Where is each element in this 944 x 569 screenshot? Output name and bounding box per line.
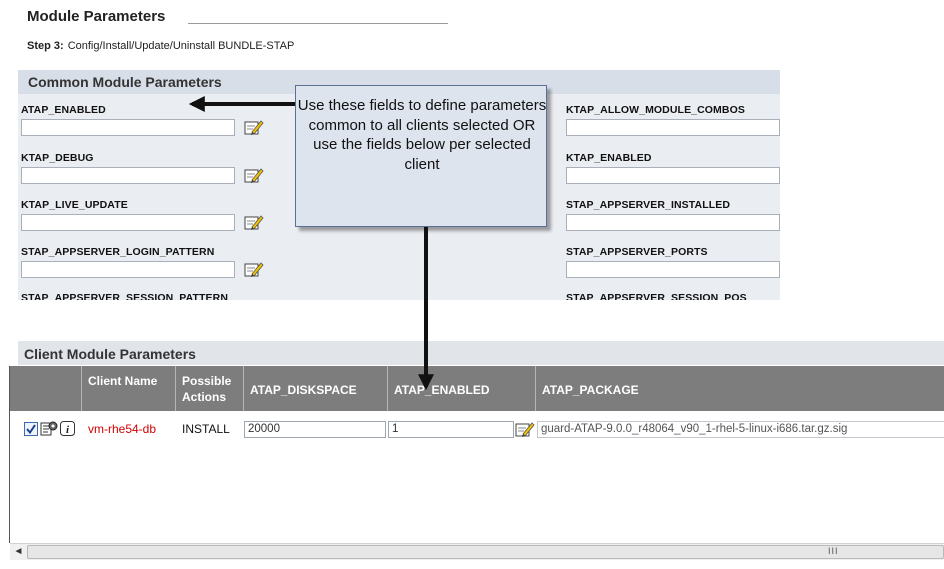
stap-appserver-installed-input[interactable]	[566, 214, 780, 231]
atap-enabled-input[interactable]	[21, 119, 235, 136]
ktap-debug-input[interactable]	[21, 167, 235, 184]
column-header-possible-actions[interactable]: Possible Actions	[176, 366, 244, 411]
client-name-link[interactable]: vm-rhe54-db	[88, 422, 156, 436]
step-indicator: Step 3: Config/Install/Update/Uninstall B…	[27, 40, 294, 52]
page-title: Module Parameters	[27, 8, 166, 25]
scrollbar-thumb[interactable]	[27, 545, 944, 559]
row-select-checkbox[interactable]	[24, 422, 38, 436]
param-label-stap-appserver-session-pattern: STAP_APPSERVER_SESSION_PATTERN	[21, 292, 229, 300]
stap-appserver-login-pattern-input[interactable]	[21, 261, 235, 278]
step-text: Config/Install/Update/Uninstall BUNDLE-S…	[67, 40, 295, 52]
client-parameters-table: Client Name Possible Actions ATAP_DISKSP…	[10, 366, 944, 543]
edit-icon[interactable]	[244, 261, 264, 277]
step-label: Step 3:	[27, 40, 64, 52]
edit-icon[interactable]	[244, 167, 264, 183]
param-label-stap-appserver-installed: STAP_APPSERVER_INSTALLED	[566, 199, 731, 211]
column-header-client-name[interactable]: Client Name	[82, 366, 176, 411]
scrollbar-grip-icon: III	[828, 546, 839, 556]
param-label-ktap-live-update: KTAP_LIVE_UPDATE	[21, 199, 128, 211]
horizontal-scrollbar[interactable]: ◄ III	[10, 543, 944, 560]
atap-enabled-cell-input[interactable]: 1	[388, 421, 514, 438]
column-header-atap-diskspace[interactable]: ATAP_DISKSPACE	[244, 366, 388, 411]
title-divider	[188, 23, 448, 24]
param-label-atap-enabled: ATAP_ENABLED	[21, 104, 106, 116]
edit-icon[interactable]	[515, 421, 535, 437]
table-header: Client Name Possible Actions ATAP_DISKSP…	[10, 366, 944, 411]
param-label-ktap-debug: KTAP_DEBUG	[21, 152, 94, 164]
scroll-left-arrow-icon[interactable]: ◄	[10, 544, 27, 560]
atap-package-input[interactable]: guard-ATAP-9.0.0_r48064_v90_1-rhel-5-lin…	[537, 421, 944, 438]
edit-icon[interactable]	[244, 119, 264, 135]
client-config-icon[interactable]	[40, 420, 58, 437]
column-header-atap-enabled[interactable]: ATAP_ENABLED	[388, 366, 536, 411]
edit-icon[interactable]	[244, 214, 264, 230]
ktap-allow-module-combos-input[interactable]	[566, 119, 780, 136]
common-section-title: Common Module Parameters	[28, 74, 222, 90]
column-header-select	[10, 366, 82, 411]
param-label-ktap-allow-module-combos: KTAP_ALLOW_MODULE_COMBOS	[566, 104, 745, 116]
param-label-ktap-enabled: KTAP_ENABLED	[566, 152, 652, 164]
ktap-live-update-input[interactable]	[21, 214, 235, 231]
ktap-enabled-input[interactable]	[566, 167, 780, 184]
param-label-stap-appserver-session-pos: STAP_APPSERVER_SESSION_POS	[566, 292, 747, 300]
client-section-title: Client Module Parameters	[24, 346, 196, 362]
param-label-stap-appserver-login-pattern: STAP_APPSERVER_LOGIN_PATTERN	[21, 246, 215, 258]
param-label-stap-appserver-ports: STAP_APPSERVER_PORTS	[566, 246, 708, 258]
atap-diskspace-input[interactable]: 20000	[244, 421, 386, 438]
callout-text: Use these fields to define parameters co…	[297, 97, 547, 173]
column-header-atap-package[interactable]: ATAP_PACKAGE	[536, 366, 944, 411]
stap-appserver-ports-input[interactable]	[566, 261, 780, 278]
possible-action: INSTALL	[182, 422, 230, 436]
info-icon[interactable]: i	[60, 421, 75, 436]
